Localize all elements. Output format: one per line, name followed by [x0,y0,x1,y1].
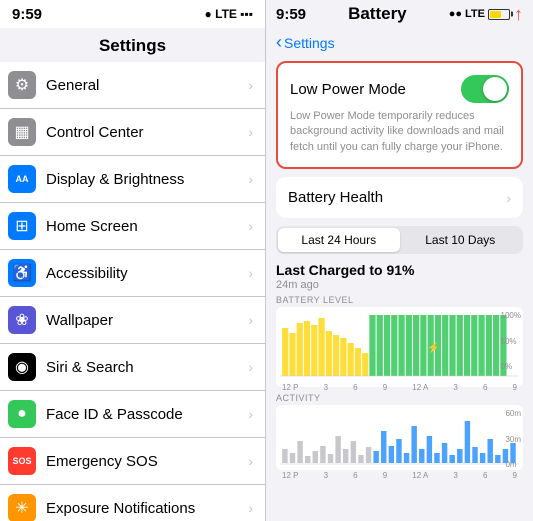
battery-chart-svg: ⚡ [280,313,519,378]
general-icon: ⚙ [8,71,36,99]
exposure-label: Exposure Notifications [46,500,248,517]
settings-item-general[interactable]: ⚙ General› [0,62,265,109]
settings-item-wallpaper[interactable]: ❀ Wallpaper› [0,297,265,344]
exposure-chevron: › [248,500,253,516]
low-power-card: Low Power Mode Low Power Mode temporaril… [276,61,523,169]
charge-subtitle: 24m ago [276,279,523,291]
siri-icon: ◉ [8,353,36,381]
control-center-label: Control Center [46,124,248,141]
home-screen-label: Home Screen [46,218,248,235]
settings-item-exposure[interactable]: ✳ Exposure Notifications› [0,485,265,521]
emergency-sos-label: Emergency SOS [46,453,248,470]
siri-label: Siri & Search [46,359,248,376]
settings-item-emergency-sos[interactable]: SOS Emergency SOS› [0,438,265,485]
wallpaper-label: Wallpaper [46,312,248,329]
low-power-description: Low Power Mode temporarily reduces backg… [290,109,509,155]
activity-chart: 60m30m0m [276,405,523,470]
control-center-chevron: › [248,124,253,140]
left-panel: 9:59 ● LTE ▪▪▪ Settings ⚙General›▦Contro… [0,0,266,521]
battery-x-labels: 12 P36912 A369 [280,383,519,392]
emergency-sos-chevron: › [248,453,253,469]
accessibility-chevron: › [248,265,253,281]
low-power-toggle[interactable] [461,75,509,103]
accessibility-label: Accessibility [46,265,248,282]
wallpaper-chevron: › [248,312,253,328]
face-id-label: Face ID & Passcode [46,406,248,423]
right-status-bar: 9:59 Battery ●● LTE ↑ [266,0,533,28]
siri-chevron: › [248,359,253,375]
activity-chart-section: ACTIVITY 60m30m0m [276,393,523,470]
exposure-icon: ✳ [8,494,36,521]
home-screen-icon: ⊞ [8,212,36,240]
settings-item-display[interactable]: AA Display & Brightness› [0,156,265,203]
right-panel-title: Battery [348,4,407,24]
low-power-row[interactable]: Low Power Mode [290,75,509,103]
activity-y-labels: 60m30m0m [505,409,521,469]
battery-health-row[interactable]: Battery Health › [276,177,523,218]
toggle-knob [483,77,507,101]
battery-chart-section: BATTERY LEVEL 100%50%0% [276,295,523,387]
low-power-label: Low Power Mode [290,81,406,98]
charge-title: Last Charged to 91% [276,262,523,278]
battery-arrow-icon: ↑ [514,4,523,25]
settings-item-accessibility[interactable]: ♿ Accessibility› [0,250,265,297]
battery-health-label: Battery Health [288,189,383,206]
right-content: Low Power Mode Low Power Mode temporaril… [266,61,533,521]
face-id-icon: ● [8,400,36,428]
activity-x-labels: 12 P36912 A369 [280,471,519,480]
svg-text:⚡: ⚡ [427,341,440,354]
display-label: Display & Brightness [46,171,248,188]
back-arrow-icon: ‹ [276,32,282,53]
display-chevron: › [248,171,253,187]
left-time: 9:59 [12,6,42,23]
settings-item-siri[interactable]: ◉ Siri & Search› [0,344,265,391]
home-screen-chevron: › [248,218,253,234]
settings-item-home-screen[interactable]: ⊞ Home Screen› [0,203,265,250]
display-icon: AA [8,165,36,193]
battery-chart: 100%50%0% [276,307,523,387]
activity-label: ACTIVITY [276,393,523,403]
battery-icon [488,9,510,20]
control-center-icon: ▦ [8,118,36,146]
battery-level-label: BATTERY LEVEL [276,295,523,305]
right-nav[interactable]: ‹ Settings [266,28,533,61]
face-id-chevron: › [248,406,253,422]
left-status-bar: 9:59 ● LTE ▪▪▪ [0,0,265,28]
settings-item-control-center[interactable]: ▦ Control Center› [0,109,265,156]
time-selector[interactable]: Last 24 HoursLast 10 Days [276,226,523,254]
charge-info: Last Charged to 91% 24m ago [276,262,523,291]
time-btn-0[interactable]: Last 24 Hours [278,228,400,252]
right-status-icons: ●● LTE ↑ [449,4,523,25]
battery-health-chevron: › [506,190,511,206]
left-status-icons: ● LTE ▪▪▪ [205,7,253,21]
activity-chart-svg [280,411,519,466]
emergency-sos-icon: SOS [8,447,36,475]
general-chevron: › [248,77,253,93]
right-panel: 9:59 Battery ●● LTE ↑ ‹ Settings Low Pow… [266,0,533,521]
wallpaper-icon: ❀ [8,306,36,334]
settings-item-face-id[interactable]: ● Face ID & Passcode› [0,391,265,438]
settings-list: ⚙General›▦Control Center›AADisplay & Bri… [0,62,265,521]
right-time: 9:59 [276,6,306,23]
settings-title: Settings [0,28,265,62]
accessibility-icon: ♿ [8,259,36,287]
back-label[interactable]: Settings [284,35,335,51]
general-label: General [46,77,248,94]
time-btn-1[interactable]: Last 10 Days [400,228,522,252]
battery-y-labels: 100%50%0% [501,311,521,371]
